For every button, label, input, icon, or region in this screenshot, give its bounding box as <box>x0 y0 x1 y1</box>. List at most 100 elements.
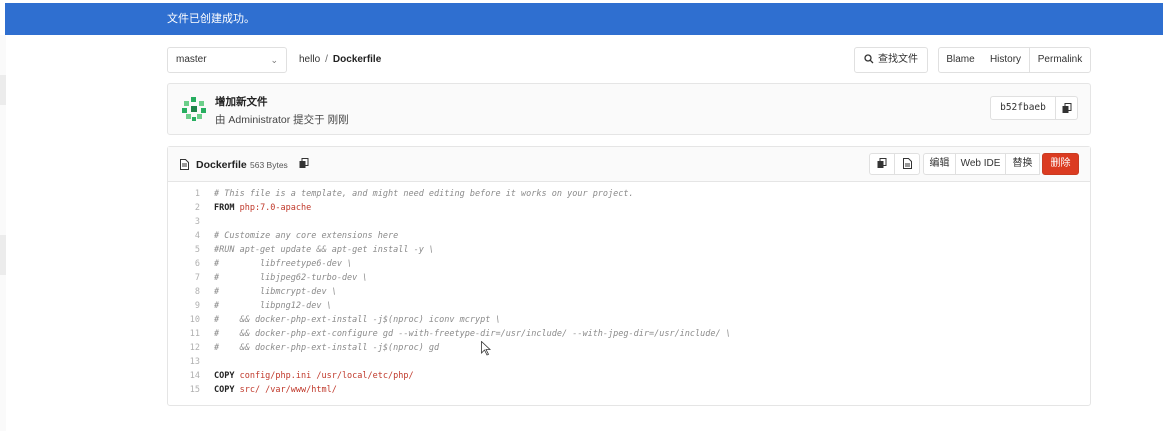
mouse-cursor-icon <box>481 341 491 356</box>
line-number[interactable]: 10 <box>168 313 200 327</box>
copy-path-icon[interactable] <box>299 158 309 169</box>
search-icon <box>864 54 874 64</box>
web-ide-button[interactable]: Web IDE <box>955 153 1006 175</box>
avatar[interactable] <box>180 95 208 123</box>
line-number[interactable]: 9 <box>168 299 200 313</box>
code-line: 13 <box>168 355 1090 369</box>
breadcrumb-project[interactable]: hello <box>299 54 320 65</box>
line-number[interactable]: 6 <box>168 257 200 271</box>
file-header: Dockerfile 563 Bytes 编辑 Web IDE 替换 删除 <box>168 147 1090 182</box>
find-file-button[interactable]: 查找文件 <box>854 47 928 73</box>
line-content: # && docker-php-ext-install -j$(nproc) i… <box>214 313 501 327</box>
blame-button[interactable]: Blame <box>938 47 983 73</box>
line-number[interactable]: 7 <box>168 271 200 285</box>
code-token: # Customize any core extensions here <box>214 231 399 241</box>
line-number[interactable]: 8 <box>168 285 200 299</box>
commit-sha-group: b52fbaeb <box>990 96 1078 120</box>
copy-sha-button[interactable] <box>1056 96 1078 120</box>
code-token: COPY <box>214 371 240 381</box>
chevron-down-icon: ⌄ <box>270 55 278 65</box>
code-line: 7 # libjpeg62-turbo-dev \ <box>168 271 1090 285</box>
edit-button[interactable]: 编辑 <box>923 153 956 175</box>
code-line: 3 <box>168 215 1090 229</box>
breadcrumb-file[interactable]: Dockerfile <box>333 54 381 65</box>
file-raw-icon <box>902 157 912 169</box>
permalink-button[interactable]: Permalink <box>1029 47 1091 73</box>
code-line: 15 COPY src/ /var/www/html/ <box>168 383 1090 397</box>
line-number[interactable]: 5 <box>168 243 200 257</box>
code-token: src/ /var/www/html/ <box>239 385 337 395</box>
history-button[interactable]: History <box>982 47 1030 73</box>
commit-meta: 由 Administrator 提交于 刚刚 <box>215 114 349 126</box>
code-token: # && docker-php-ext-configure gd --with-… <box>214 329 731 339</box>
breadcrumb-separator: / <box>325 54 328 65</box>
line-number[interactable]: 2 <box>168 201 200 215</box>
code-token: # libfreetype6-dev \ <box>214 259 353 269</box>
code-line: 11 # && docker-php-ext-configure gd --wit… <box>168 327 1090 341</box>
code-line: 14 COPY config/php.ini /usr/local/etc/php… <box>168 369 1090 383</box>
code-line: 8 # libmcrypt-dev \ <box>168 285 1090 299</box>
code-line: 6 # libfreetype6-dev \ <box>168 257 1090 271</box>
last-commit-panel: 增加新文件 由 Administrator 提交于 刚刚 b52fbaeb <box>167 83 1091 135</box>
code-token: COPY <box>214 385 240 395</box>
line-content: # libfreetype6-dev \ <box>214 257 352 271</box>
line-number[interactable]: 11 <box>168 327 200 341</box>
line-content: # libmcrypt-dev \ <box>214 285 337 299</box>
code-token: # && docker-php-ext-install -j$(nproc) g… <box>214 343 440 353</box>
line-number[interactable]: 3 <box>168 215 200 229</box>
line-content: FROM php:7.0-apache <box>214 201 311 215</box>
code-token: # libjpeg62-turbo-dev \ <box>214 273 368 283</box>
line-content: # This file is a template, and might nee… <box>214 187 634 201</box>
line-number[interactable]: 15 <box>168 383 200 397</box>
flash-banner: 文件已创建成功。 <box>5 3 1163 35</box>
branch-name: master <box>176 54 207 65</box>
code-token: # && docker-php-ext-install -j$(nproc) i… <box>214 315 501 325</box>
code-line: 10 # && docker-php-ext-install -j$(nproc)… <box>168 313 1090 327</box>
code-token: FROM <box>214 203 240 213</box>
line-number[interactable]: 4 <box>168 229 200 243</box>
line-number[interactable]: 12 <box>168 341 200 355</box>
line-content: # libpng12-dev \ <box>214 299 332 313</box>
line-number[interactable]: 14 <box>168 369 200 383</box>
sidebar-edge <box>0 35 6 431</box>
flash-message: 文件已创建成功。 <box>167 13 255 25</box>
file-name: Dockerfile <box>196 159 247 171</box>
copy-contents-button[interactable] <box>869 153 895 175</box>
open-raw-button[interactable] <box>894 153 920 175</box>
line-content: COPY src/ /var/www/html/ <box>214 383 337 397</box>
line-content: #RUN apt-get update && apt-get install -… <box>214 243 434 257</box>
file-icon <box>180 159 189 170</box>
code-line: 9 # libpng12-dev \ <box>168 299 1090 313</box>
line-content: COPY config/php.ini /usr/local/etc/php/ <box>214 369 414 383</box>
replace-button[interactable]: 替换 <box>1005 153 1040 175</box>
delete-button[interactable]: 删除 <box>1042 153 1079 175</box>
code-line: 2 FROM php:7.0-apache <box>168 201 1090 215</box>
line-number[interactable]: 13 <box>168 355 200 369</box>
find-file-label: 查找文件 <box>878 54 918 65</box>
breadcrumb: hello / Dockerfile <box>299 47 381 73</box>
line-number[interactable]: 1 <box>168 187 200 201</box>
code-line: 5 #RUN apt-get update && apt-get install … <box>168 243 1090 257</box>
code-token: # libmcrypt-dev \ <box>214 287 337 297</box>
file-size: 563 Bytes <box>250 160 288 170</box>
file-viewer: Dockerfile 563 Bytes 编辑 Web IDE 替换 删除 1 #… <box>167 146 1091 406</box>
code-token: config/php.ini /usr/local/etc/php/ <box>239 371 414 381</box>
code-token: php:7.0-apache <box>239 203 312 213</box>
code-token: # This file is a template, and might nee… <box>214 189 634 199</box>
line-content: # && docker-php-ext-install -j$(nproc) g… <box>214 341 439 355</box>
code-token: # libpng12-dev \ <box>214 301 332 311</box>
line-content: # && docker-php-ext-configure gd --with-… <box>214 327 731 341</box>
branch-selector[interactable]: master ⌄ <box>167 47 287 73</box>
copy-icon <box>877 157 887 168</box>
line-content: # libjpeg62-turbo-dev \ <box>214 271 368 285</box>
line-content: # Customize any core extensions here <box>214 229 398 243</box>
file-nav-bar: master ⌄ hello / Dockerfile 查找文件 Blame His… <box>167 47 1091 73</box>
code-line: 12 # && docker-php-ext-install -j$(nproc)… <box>168 341 1090 355</box>
copy-icon <box>1062 102 1071 113</box>
code-line: 1 # This file is a template, and might ne… <box>168 187 1090 201</box>
code-line: 4 # Customize any core extensions here <box>168 229 1090 243</box>
code-token: #RUN apt-get update && apt-get install -… <box>214 245 435 255</box>
code-view: 1 # This file is a template, and might ne… <box>168 187 1090 397</box>
commit-sha[interactable]: b52fbaeb <box>990 96 1056 120</box>
commit-title[interactable]: 增加新文件 <box>215 94 268 109</box>
